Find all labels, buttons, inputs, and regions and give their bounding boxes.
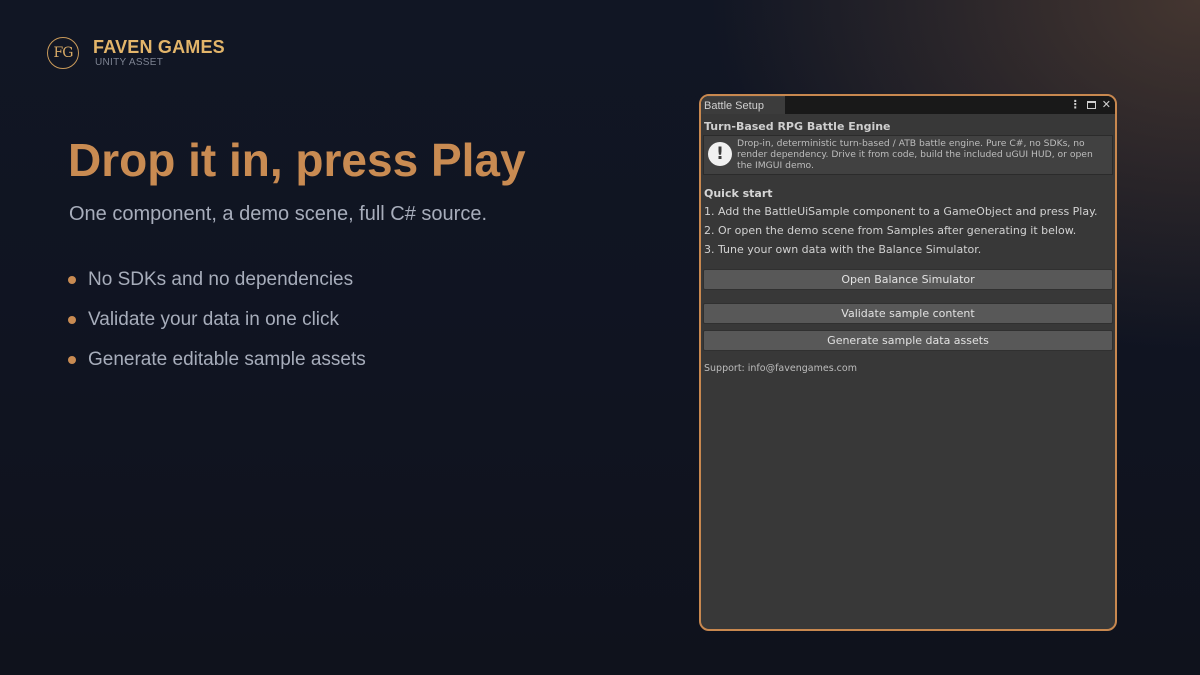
help-box: ! Drop-in, deterministic turn-based / AT… [703,135,1113,175]
close-icon[interactable]: ✕ [1102,96,1111,114]
support-contact: Support: info@favengames.com [704,363,857,374]
validate-sample-content-button[interactable]: Validate sample content [703,303,1113,324]
bullet-dot-icon [68,316,76,324]
hero-subheadline: One component, a demo scene, full C# sou… [69,203,488,225]
feature-bullet: Generate editable sample assets [68,340,366,380]
open-balance-simulator-button[interactable]: Open Balance Simulator [703,269,1113,290]
generate-sample-data-button[interactable]: Generate sample data assets [703,330,1113,351]
quick-start-step: 1. Add the BattleUiSample component to a… [704,205,1098,218]
battle-setup-window: Battle Setup ⋮ ✕ Turn-Based RPG Battle E… [699,94,1117,631]
maximize-icon[interactable] [1086,101,1096,109]
window-titlebar: Battle Setup ⋮ ✕ [701,96,1115,114]
brand-subtitle: UNITY ASSET [95,57,164,68]
brand-header: FG FAVEN GAMES UNITY ASSET [47,37,225,69]
feature-bullets: No SDKs and no dependencies Validate you… [68,260,366,380]
hero-headline: Drop it in, press Play [68,134,526,186]
window-controls: ⋮ ✕ [1064,96,1111,114]
feature-bullet-text: Validate your data in one click [88,309,340,330]
kebab-menu-icon[interactable]: ⋮ [1070,96,1081,114]
feature-bullet: No SDKs and no dependencies [68,260,366,300]
quick-start-step: 2. Or open the demo scene from Samples a… [704,224,1077,237]
tab-battle-setup[interactable]: Battle Setup [701,96,785,114]
brand-name: FAVEN GAMES [93,37,225,57]
quick-start-title: Quick start [704,187,773,200]
feature-bullet: Validate your data in one click [68,300,366,340]
feature-bullet-text: Generate editable sample assets [88,349,366,370]
quick-start-step: 3. Tune your own data with the Balance S… [704,243,982,256]
bullet-dot-icon [68,276,76,284]
info-exclamation-icon: ! [708,142,732,166]
feature-bullet-text: No SDKs and no dependencies [88,269,354,290]
help-text: Drop-in, deterministic turn-based / ATB … [737,138,1093,171]
faven-games-logo-icon: FG [47,37,79,69]
bullet-dot-icon [68,356,76,364]
engine-title: Turn-Based RPG Battle Engine [704,120,891,133]
brand-text: FAVEN GAMES UNITY ASSET [93,37,225,69]
window-content: Turn-Based RPG Battle Engine ! Drop-in, … [701,114,1115,374]
